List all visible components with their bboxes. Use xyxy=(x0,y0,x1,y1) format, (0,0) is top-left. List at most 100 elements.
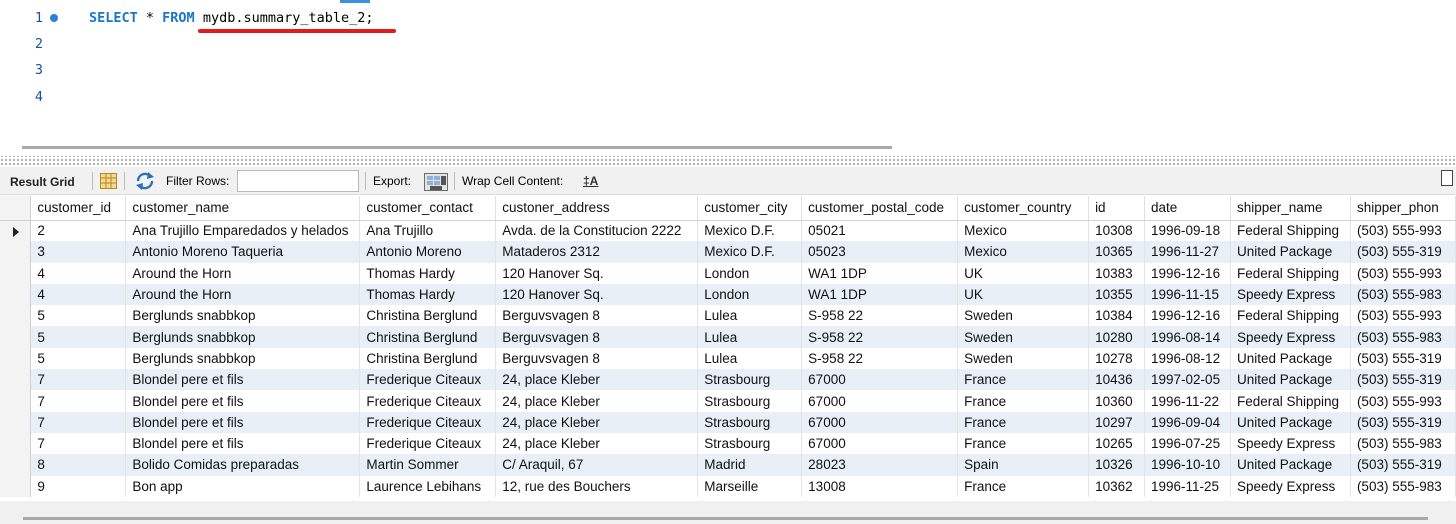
cell-id[interactable]: 10278 xyxy=(1088,347,1146,370)
cell-customer-name[interactable]: Ana Trujillo Emparedados y helados xyxy=(125,220,361,242)
export-icon[interactable] xyxy=(424,171,448,194)
cell-customer-name[interactable]: Blondel pere et fils xyxy=(125,411,361,433)
cell-customer-id[interactable]: 5 xyxy=(30,305,127,327)
row-header[interactable] xyxy=(0,390,32,412)
cell-customer-country[interactable]: Sweden xyxy=(957,347,1090,370)
cell-id[interactable]: 10326 xyxy=(1088,454,1146,476)
cell-customer-address[interactable]: Berguvsvagen 8 xyxy=(495,326,699,348)
table-row[interactable]: 5 Berglunds snabbkop Christina Berglund Ber… xyxy=(0,326,1456,348)
row-header[interactable] xyxy=(0,432,32,455)
cell-customer-address[interactable]: Mataderos 2312 xyxy=(495,241,699,263)
cell-customer-city[interactable]: Mexico D.F. xyxy=(697,220,803,242)
cell-customer-country[interactable]: Mexico xyxy=(957,241,1090,263)
table-row[interactable]: 3 Antonio Moreno Taqueria Antonio Moreno Ma… xyxy=(0,241,1456,263)
cell-shipper-name[interactable]: Speedy Express xyxy=(1230,475,1351,497)
cell-customer-country[interactable]: Mexico xyxy=(957,220,1090,242)
cell-shipper-phone[interactable]: (503) 555-983 xyxy=(1350,283,1456,306)
cell-date[interactable]: 1996-09-18 xyxy=(1144,220,1231,242)
cell-date[interactable]: 1996-08-12 xyxy=(1144,347,1231,370)
cell-customer-id[interactable]: 7 xyxy=(30,432,127,455)
cell-customer-city[interactable]: Strasbourg xyxy=(697,369,803,391)
cell-customer-address[interactable]: Berguvsvagen 8 xyxy=(495,305,699,327)
row-header[interactable] xyxy=(0,305,32,327)
cell-shipper-name[interactable]: United Package xyxy=(1230,369,1351,391)
cell-customer-postal-code[interactable]: 67000 xyxy=(801,369,959,391)
cell-shipper-phone[interactable]: (503) 555-319 xyxy=(1350,411,1456,433)
cell-customer-postal-code[interactable]: 67000 xyxy=(801,411,959,433)
editor-horizontal-scrollbar[interactable] xyxy=(22,146,892,149)
cell-customer-id[interactable]: 5 xyxy=(30,326,127,348)
sql-editor[interactable]: 1 SELECT * FROM mydb.summary_table_2; 2 … xyxy=(0,0,1456,140)
cell-date[interactable]: 1996-08-14 xyxy=(1144,326,1231,348)
row-header[interactable] xyxy=(0,454,32,476)
cell-date[interactable]: 1996-11-22 xyxy=(1144,390,1231,412)
sql-statement[interactable]: SELECT * FROM mydb.summary_table_2; xyxy=(89,5,374,31)
cell-customer-country[interactable]: France xyxy=(957,369,1090,391)
cell-shipper-phone[interactable]: (503) 555-993 xyxy=(1350,220,1456,242)
cell-customer-country[interactable]: France xyxy=(957,475,1090,497)
cell-customer-id[interactable]: 4 xyxy=(30,262,127,284)
cell-shipper-name[interactable]: Federal Shipping xyxy=(1230,262,1351,284)
cell-customer-contact[interactable]: Frederique Citeaux xyxy=(359,369,497,391)
cell-customer-name[interactable]: Blondel pere et fils xyxy=(125,369,361,391)
cell-customer-contact[interactable]: Frederique Citeaux xyxy=(359,432,497,455)
column-header-customer-address[interactable]: custoner_address xyxy=(495,196,699,221)
cell-customer-id[interactable]: 3 xyxy=(30,241,127,263)
cell-id[interactable]: 10365 xyxy=(1088,241,1146,263)
cell-customer-contact[interactable]: Christina Berglund xyxy=(359,305,497,327)
cell-customer-postal-code[interactable]: S-958 22 xyxy=(801,347,959,370)
code-line-4[interactable]: 4 xyxy=(0,84,1456,110)
cell-customer-country[interactable]: Sweden xyxy=(957,305,1090,327)
column-header-customer-city[interactable]: customer_city xyxy=(697,196,803,221)
result-grid[interactable]: customer_id customer_name customer_conta… xyxy=(0,196,1456,501)
cell-customer-contact[interactable]: Ana Trujillo xyxy=(359,220,497,242)
cell-customer-contact[interactable]: Laurence Lebihans xyxy=(359,475,497,497)
cell-customer-name[interactable]: Bolido Comidas preparadas xyxy=(125,454,361,476)
panel-splitter[interactable] xyxy=(0,156,1456,166)
cell-shipper-name[interactable]: United Package xyxy=(1230,241,1351,263)
row-header[interactable] xyxy=(0,369,32,391)
cell-shipper-phone[interactable]: (503) 555-993 xyxy=(1350,390,1456,412)
cell-customer-contact[interactable]: Thomas Hardy xyxy=(359,283,497,306)
table-row[interactable]: 9 Bon app Laurence Lebihans 12, rue des Bou… xyxy=(0,475,1456,497)
table-row[interactable]: 2 Ana Trujillo Emparedados y helados Ana T… xyxy=(0,220,1456,242)
cell-customer-country[interactable]: UK xyxy=(957,283,1090,306)
filter-rows-input[interactable] xyxy=(237,170,359,192)
cell-customer-address[interactable]: Berguvsvagen 8 xyxy=(495,347,699,370)
table-row[interactable]: 4 Around the Horn Thomas Hardy 120 Hanover … xyxy=(0,262,1456,284)
cell-shipper-phone[interactable]: (503) 555-983 xyxy=(1350,475,1456,497)
table-row[interactable]: 5 Berglunds snabbkop Christina Berglund Ber… xyxy=(0,347,1456,370)
cell-id[interactable]: 10436 xyxy=(1088,369,1146,391)
table-row[interactable]: 8 Bolido Comidas preparadas Martin Sommer C… xyxy=(0,454,1456,476)
cell-customer-city[interactable]: Strasbourg xyxy=(697,432,803,455)
table-row[interactable]: 7 Blondel pere et fils Frederique Citeaux 2… xyxy=(0,432,1456,455)
row-header[interactable] xyxy=(0,283,32,306)
cell-customer-city[interactable]: Strasbourg xyxy=(697,390,803,412)
cell-customer-name[interactable]: Berglunds snabbkop xyxy=(125,347,361,370)
column-header-customer-country[interactable]: customer_country xyxy=(957,196,1090,221)
cell-customer-postal-code[interactable]: 05023 xyxy=(801,241,959,263)
cell-id[interactable]: 10384 xyxy=(1088,305,1146,327)
cell-customer-contact[interactable]: Antonio Moreno xyxy=(359,241,497,263)
cell-shipper-phone[interactable]: (503) 555-319 xyxy=(1350,369,1456,391)
cell-customer-id[interactable]: 9 xyxy=(30,475,127,497)
cell-customer-contact[interactable]: Frederique Citeaux xyxy=(359,390,497,412)
cell-shipper-name[interactable]: Speedy Express xyxy=(1230,326,1351,348)
cell-customer-city[interactable]: London xyxy=(697,283,803,306)
column-header-shipper-name[interactable]: shipper_name xyxy=(1230,196,1351,221)
row-header[interactable] xyxy=(0,220,32,242)
column-header-customer-contact[interactable]: customer_contact xyxy=(359,196,497,221)
cell-customer-city[interactable]: Marseille xyxy=(697,475,803,497)
cell-shipper-phone[interactable]: (503) 555-319 xyxy=(1350,241,1456,263)
cell-id[interactable]: 10362 xyxy=(1088,475,1146,497)
cell-customer-postal-code[interactable]: S-958 22 xyxy=(801,305,959,327)
table-row[interactable]: 7 Blondel pere et fils Frederique Citeaux 2… xyxy=(0,369,1456,391)
cell-customer-country[interactable]: Sweden xyxy=(957,326,1090,348)
row-header[interactable] xyxy=(0,241,32,263)
cell-id[interactable]: 10265 xyxy=(1088,432,1146,455)
code-line-1[interactable]: 1 SELECT * FROM mydb.summary_table_2; xyxy=(0,5,1456,31)
cell-customer-address[interactable]: C/ Araquil, 67 xyxy=(495,454,699,476)
cell-customer-id[interactable]: 7 xyxy=(30,411,127,433)
cell-customer-name[interactable]: Bon app xyxy=(125,475,361,497)
cell-customer-id[interactable]: 8 xyxy=(30,454,127,476)
